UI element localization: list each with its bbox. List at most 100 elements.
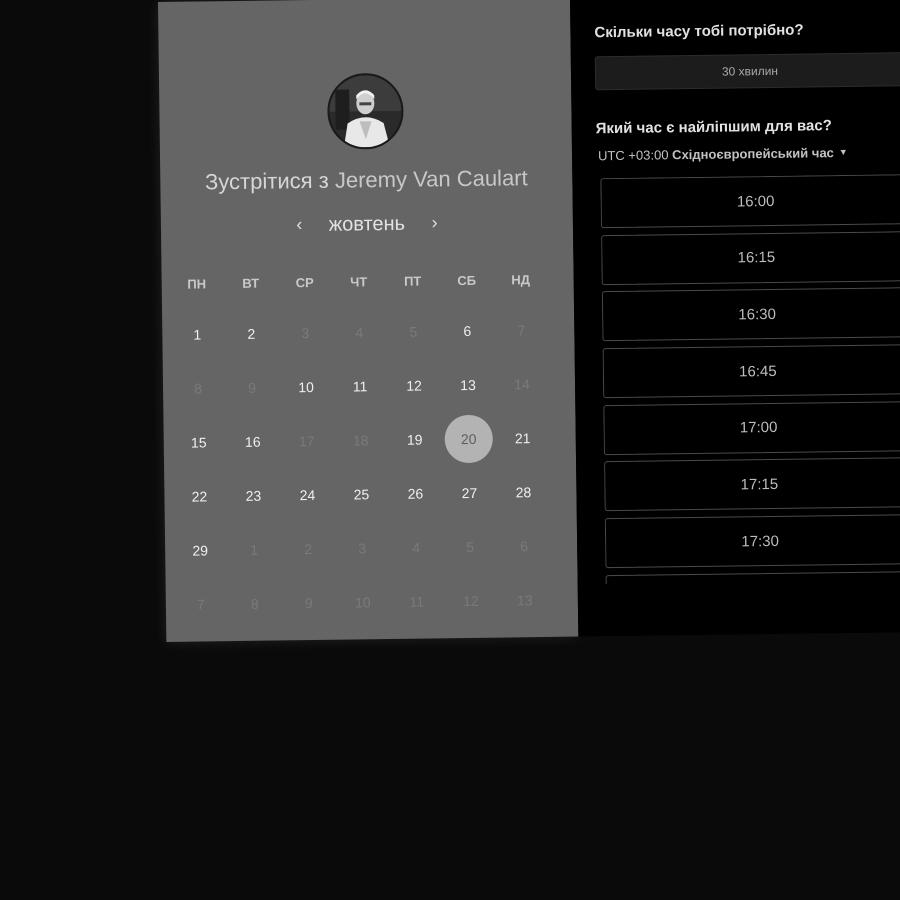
day-number: 11 — [409, 593, 425, 610]
available-day-cell[interactable]: 12 — [387, 358, 442, 413]
time-slot-button[interactable]: 16:15 — [601, 230, 900, 285]
weekday-label: ПН — [187, 275, 207, 292]
time-slot-list[interactable]: 16:0016:1516:3016:4517:0017:1517:3017:45 — [600, 174, 900, 585]
weekday-label: ВТ — [242, 275, 260, 291]
unavailable-day-cell: 7 — [494, 303, 549, 358]
available-day-cell[interactable]: 15 — [171, 415, 226, 470]
duration-question: Скільки часу тобі потрібно? — [594, 21, 804, 42]
calendar-week-row: 8 9 10 11 12 13 14 — [171, 357, 568, 416]
day-number: 23 — [245, 487, 262, 504]
day-number: 18 — [352, 432, 369, 449]
day-number: 12 — [406, 377, 422, 394]
day-number: 7 — [196, 596, 205, 613]
day-number: 19 — [406, 431, 423, 448]
screen: Зустрітися з Jeremy Van Caulart ‹ жовтен… — [0, 0, 900, 900]
weekday-header-row: ПН ВТ СР ЧТ ПТ СБ НД — [169, 255, 566, 308]
host-avatar — [326, 72, 404, 150]
unavailable-day-cell: 10 — [336, 575, 391, 630]
day-number: 14 — [514, 376, 530, 393]
day-number: 9 — [304, 595, 313, 612]
calendar-week-row: 7 8 9 10 11 12 13 — [174, 573, 571, 632]
day-number: 2 — [247, 325, 256, 342]
day-number: 8 — [194, 380, 203, 397]
available-day-cell[interactable]: 23 — [226, 468, 281, 523]
day-number: 4 — [355, 324, 364, 341]
meeting-title-prefix: Зустрітися з — [204, 167, 329, 195]
weekday-label: ЧТ — [350, 273, 368, 290]
day-number: 5 — [409, 323, 418, 340]
unavailable-day-cell: 5 — [386, 304, 441, 359]
available-day-cell[interactable]: 10 — [279, 360, 334, 415]
time-slot-button[interactable]: 17:45 — [605, 570, 900, 585]
unavailable-day-cell: 18 — [333, 413, 388, 468]
time-slot-button[interactable]: 16:30 — [601, 287, 900, 342]
weekday-label: НД — [511, 271, 531, 287]
day-number: 8 — [250, 595, 259, 612]
day-number: 12 — [462, 592, 479, 610]
day-number: 6 — [520, 538, 529, 555]
time-slot-button[interactable]: 16:45 — [602, 344, 900, 399]
day-number: 5 — [466, 538, 475, 556]
unavailable-day-cell: 8 — [228, 576, 283, 631]
selected-day-cell[interactable]: 20 — [441, 412, 496, 467]
chevron-right-icon[interactable]: › — [424, 212, 444, 233]
day-number: 4 — [412, 539, 421, 556]
unavailable-day-cell: 5 — [443, 520, 498, 575]
unavailable-day-cell: 8 — [171, 361, 226, 416]
day-number: 7 — [517, 322, 526, 339]
weekday-label: СР — [295, 274, 314, 290]
available-day-cell[interactable]: 24 — [280, 468, 335, 523]
unavailable-day-cell: 3 — [335, 521, 390, 576]
month-label: жовтень — [328, 212, 406, 236]
available-day-cell[interactable]: 16 — [225, 414, 280, 469]
calendar-weeks: 1 2 3 4 5 6 7 8 9 10 11 12 13 14 15 16 17 18 19 20 21 22 23 24 2… — [170, 303, 570, 632]
day-number: 24 — [299, 486, 316, 504]
calendar-grid: ПН ВТ СР ЧТ ПТ СБ НД 1 2 3 4 5 6 7 8 9 10 11 12 13 14 15 16 17… — [169, 255, 570, 632]
unavailable-day-cell: 12 — [444, 574, 499, 629]
available-day-cell[interactable]: 29 — [173, 523, 228, 578]
unavailable-day-cell: 1 — [227, 522, 282, 577]
day-number: 17 — [298, 432, 315, 450]
calendar-week-row: 22 23 24 25 26 27 28 — [172, 465, 569, 524]
unavailable-day-cell: 2 — [281, 522, 336, 577]
available-day-cell[interactable]: 27 — [442, 466, 497, 521]
available-day-cell[interactable]: 1 — [170, 307, 225, 362]
time-slot-button[interactable]: 17:15 — [604, 457, 900, 512]
day-number: 28 — [515, 484, 532, 501]
unavailable-day-cell: 3 — [278, 306, 333, 361]
unavailable-day-cell: 13 — [498, 573, 553, 628]
available-day-cell[interactable]: 2 — [224, 306, 279, 361]
unavailable-day-cell: 9 — [225, 360, 280, 415]
host-photo-image — [328, 74, 402, 148]
day-number: 26 — [407, 485, 424, 502]
available-day-cell[interactable]: 25 — [334, 467, 389, 522]
day-number: 3 — [301, 325, 310, 342]
day-number: 22 — [191, 488, 208, 505]
time-slot-button[interactable]: 17:30 — [604, 514, 900, 569]
unavailable-day-cell: 6 — [497, 519, 552, 574]
available-day-cell[interactable]: 6 — [440, 304, 495, 359]
day-number: 27 — [461, 484, 478, 502]
available-day-cell[interactable]: 26 — [388, 466, 443, 521]
available-day-cell[interactable]: 28 — [496, 465, 551, 520]
available-day-cell[interactable]: 13 — [441, 358, 496, 413]
available-day-cell[interactable]: 19 — [387, 412, 442, 467]
timezone-selector[interactable]: UTC +03:00 Східноєвропейський час ▼ — [598, 145, 848, 163]
time-question: Який час є найліпшим для вас? — [595, 117, 832, 138]
unavailable-day-cell: 11 — [390, 574, 445, 629]
time-slot-button[interactable]: 16:00 — [600, 174, 900, 229]
day-number: 16 — [244, 433, 261, 450]
available-day-cell[interactable]: 22 — [172, 469, 227, 524]
meeting-title: Зустрітися з Jeremy Van Caulart — [160, 165, 572, 196]
available-day-cell[interactable]: 11 — [333, 359, 388, 414]
chevron-left-icon[interactable]: ‹ — [289, 214, 309, 235]
day-number: 25 — [353, 486, 370, 503]
day-number: 29 — [192, 542, 209, 559]
time-slot-button[interactable]: 17:00 — [603, 400, 900, 455]
day-number: 1 — [250, 541, 259, 558]
available-day-cell[interactable]: 21 — [495, 411, 550, 466]
booking-widget: Зустрітися з Jeremy Van Caulart ‹ жовтен… — [158, 0, 900, 642]
unavailable-day-cell: 4 — [389, 520, 444, 575]
calendar-week-row: 15 16 17 18 19 20 21 — [171, 411, 568, 470]
duration-select-button[interactable]: 30 хвилин — [594, 52, 900, 91]
